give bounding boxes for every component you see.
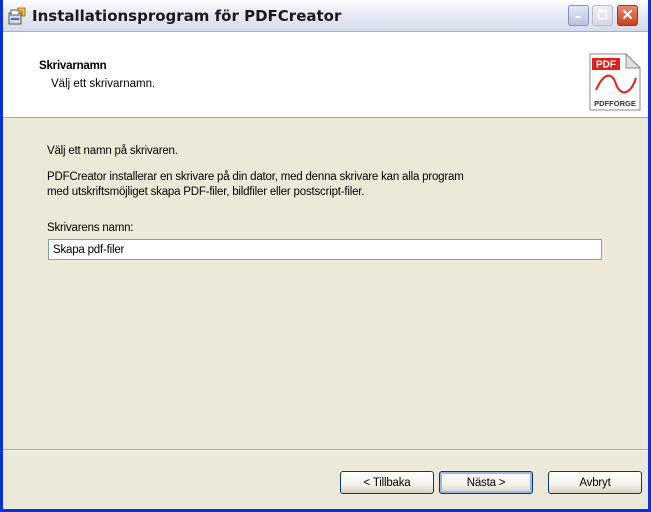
installer-window: Installationsprogram för PDFCreator Skri… [0,0,651,512]
wizard-content: Välj ett namn på skrivaren. PDFCreator i… [3,118,648,448]
logo-top-label: PDF [596,60,616,71]
wizard-header: Skrivarnamn Välj ett skrivarnamn. PDF PD… [3,32,648,118]
back-button[interactable]: < Tillbaka [340,471,434,494]
maximize-icon [597,9,608,23]
close-button[interactable] [617,5,638,26]
window-title: Installationsprogram för PDFCreator [32,7,342,25]
description-line-2: med utskriftsmöjliget skapa PDF-filer, b… [47,186,365,198]
page-subtitle: Välj ett skrivarnamn. [51,78,156,90]
installer-app-icon [8,7,26,25]
minimize-button[interactable] [568,5,589,26]
maximize-button [592,5,613,26]
printer-name-input[interactable] [48,239,602,260]
next-button[interactable]: Nästa > [439,471,533,494]
page-title: Skrivarnamn [39,60,107,72]
minimize-icon [573,9,584,23]
printer-name-label: Skrivarens namn: [47,222,134,234]
footer-divider [3,449,648,451]
close-icon [622,9,633,23]
instruction-text: Välj ett namn på skrivaren. [47,145,178,157]
cancel-button[interactable]: Avbryt [548,471,642,494]
pdfforge-logo: PDF PDFFORGE [586,52,642,112]
logo-bottom-label: PDFFORGE [594,99,636,108]
description-line-1: PDFCreator installerar en skrivare på di… [47,171,464,183]
title-bar[interactable]: Installationsprogram för PDFCreator [3,0,648,32]
